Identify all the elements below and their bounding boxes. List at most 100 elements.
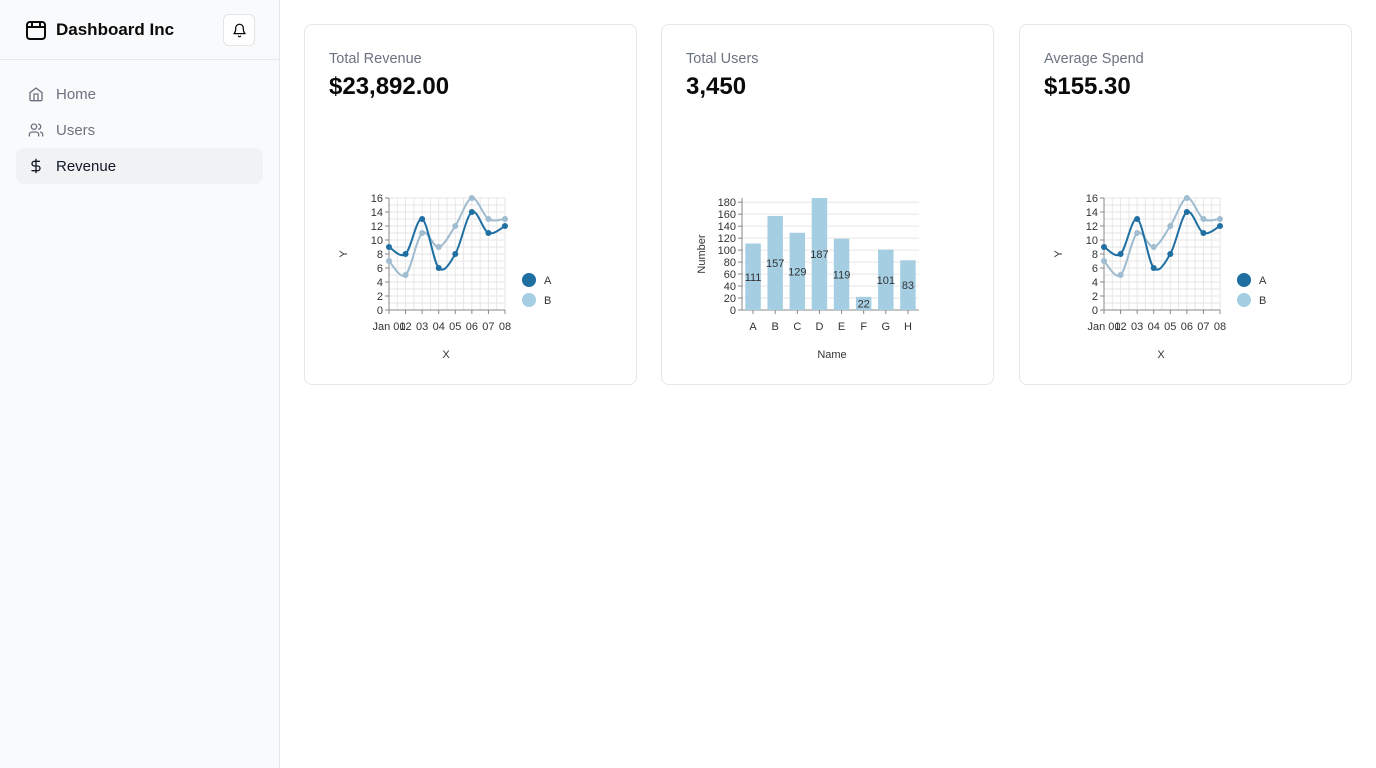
- x-tick-label: 06: [1181, 321, 1193, 333]
- y-tick-label: 0: [377, 305, 383, 317]
- series-b-point: [386, 258, 392, 264]
- bar-value-label: 83: [902, 280, 914, 292]
- x-tick-label: C: [793, 321, 801, 333]
- y-axis-title: Y: [338, 250, 350, 258]
- x-tick-label: 03: [416, 321, 428, 333]
- series-b-point: [419, 230, 426, 236]
- y-tick-label: 0: [730, 305, 736, 317]
- series-a-point: [502, 223, 508, 229]
- bell-icon: [232, 23, 247, 38]
- average-spend-card: Average Spend $155.30 0 2 4 6 8 10 12 14 16 Jan 0…: [1019, 24, 1352, 385]
- y-tick-label: 0: [1092, 305, 1098, 317]
- y-tick-label: 8: [377, 249, 383, 261]
- main-content: Total Revenue $23,892.00 0 2 4 6 8 10 12 14 16 Ja…: [280, 0, 1376, 768]
- sidebar-header: Dashboard Inc: [0, 0, 279, 60]
- revenue-line-chart: 0246810121416Jan 0102 03 04 05 06 07 08XYAB: [338, 193, 552, 361]
- series-a-point: [1134, 216, 1141, 222]
- y-tick-label: 4: [1092, 277, 1098, 289]
- legend-swatch-a: [522, 273, 536, 287]
- series-b-point: [1117, 272, 1124, 278]
- series-a-point: [1200, 230, 1207, 236]
- users-icon: [28, 122, 44, 138]
- x-tick-label: 02: [399, 321, 411, 333]
- sidebar-item-home[interactable]: Home: [16, 76, 263, 112]
- series-b-point: [1217, 216, 1223, 222]
- series-a-point: [386, 244, 392, 250]
- store-icon: [24, 18, 48, 42]
- y-tick-label: 40: [724, 281, 736, 293]
- y-tick-label: 20: [724, 293, 736, 305]
- sidebar-nav: Home Users Revenue: [0, 60, 279, 184]
- y-tick-label: 2: [377, 291, 383, 303]
- y-tick-label: 8: [1092, 249, 1098, 261]
- y-tick-label: 60: [724, 269, 736, 281]
- series-a-point: [435, 265, 442, 271]
- total-users-card: Total Users 3,450 0 20 40 60 80 100 120 140 160 1…: [661, 24, 994, 385]
- bar-value-label: 111: [745, 272, 762, 284]
- sidebar-item-label: Home: [56, 85, 97, 103]
- sidebar-item-label: Users: [56, 121, 96, 139]
- x-tick-label: E: [838, 321, 845, 333]
- legend-swatch-b: [1237, 293, 1251, 307]
- bar-value-label: 119: [833, 269, 851, 281]
- x-axis-title: X: [1157, 349, 1165, 361]
- x-axis-title: Name: [817, 349, 846, 361]
- y-tick-label: 140: [718, 221, 736, 233]
- y-tick-label: 10: [371, 235, 383, 247]
- sidebar: Dashboard Inc Home Users Revenue: [0, 0, 280, 768]
- y-tick-label: 16: [371, 193, 383, 205]
- series-b-point: [1200, 216, 1207, 222]
- legend-label: B: [1259, 295, 1266, 307]
- bar-value-label: 129: [788, 266, 806, 278]
- y-tick-label: 6: [377, 263, 383, 275]
- legend-label: A: [1259, 275, 1267, 287]
- y-tick-label: 120: [718, 233, 736, 245]
- total-revenue-card: Total Revenue $23,892.00 0 2 4 6 8 10 12 14 16 Ja…: [304, 24, 637, 385]
- brand-name[interactable]: Dashboard Inc: [56, 20, 174, 40]
- series-a-point: [419, 216, 426, 222]
- bar-value-label: 101: [877, 275, 895, 287]
- series-a-point: [1150, 265, 1157, 271]
- home-icon: [28, 86, 44, 102]
- series-a-point: [1167, 251, 1174, 257]
- y-axis-title: Y: [1053, 250, 1065, 258]
- sidebar-item-revenue[interactable]: Revenue: [16, 148, 263, 184]
- bar-value-label: 157: [766, 258, 784, 270]
- legend-swatch-a: [1237, 273, 1251, 287]
- x-tick-label: 07: [1197, 321, 1209, 333]
- bar-value-label: 22: [858, 298, 870, 310]
- users-bar-chart: 020406080100120140160180 A 111 B 157 C 129 D 187…: [696, 197, 919, 361]
- series-b-point: [485, 216, 492, 222]
- series-b-point: [435, 244, 442, 250]
- bar-value-label: 187: [810, 249, 828, 261]
- series-b-point: [1167, 223, 1174, 229]
- sidebar-item-label: Revenue: [56, 157, 117, 175]
- series-a-point: [1183, 209, 1190, 215]
- sidebar-item-users[interactable]: Users: [16, 112, 263, 148]
- y-tick-label: 160: [718, 209, 736, 221]
- series-b-point: [1101, 258, 1107, 264]
- x-tick-label: 08: [1214, 321, 1226, 333]
- y-tick-label: 12: [371, 221, 383, 233]
- y-axis-title: Number: [696, 234, 708, 273]
- y-tick-label: 6: [1092, 263, 1098, 275]
- x-axis-title: X: [442, 349, 450, 361]
- series-b-point: [452, 223, 459, 229]
- series-a-point: [1217, 223, 1223, 229]
- y-tick-label: 12: [1086, 221, 1098, 233]
- x-tick-label: 04: [1148, 321, 1160, 333]
- series-b-point: [502, 216, 508, 222]
- x-tick-label: 05: [1164, 321, 1176, 333]
- series-a-point: [468, 209, 475, 215]
- series-a-point: [485, 230, 492, 236]
- x-tick-label: 03: [1131, 321, 1143, 333]
- x-tick-label: H: [904, 321, 912, 333]
- y-tick-label: 180: [718, 197, 736, 209]
- series-a-point: [1101, 244, 1107, 250]
- y-tick-label: 14: [371, 207, 383, 219]
- series-b-point: [1134, 230, 1141, 236]
- y-tick-label: 16: [1086, 193, 1098, 205]
- x-tick-label: 07: [482, 321, 494, 333]
- notifications-button[interactable]: [223, 14, 255, 46]
- series-b-point: [1183, 195, 1190, 201]
